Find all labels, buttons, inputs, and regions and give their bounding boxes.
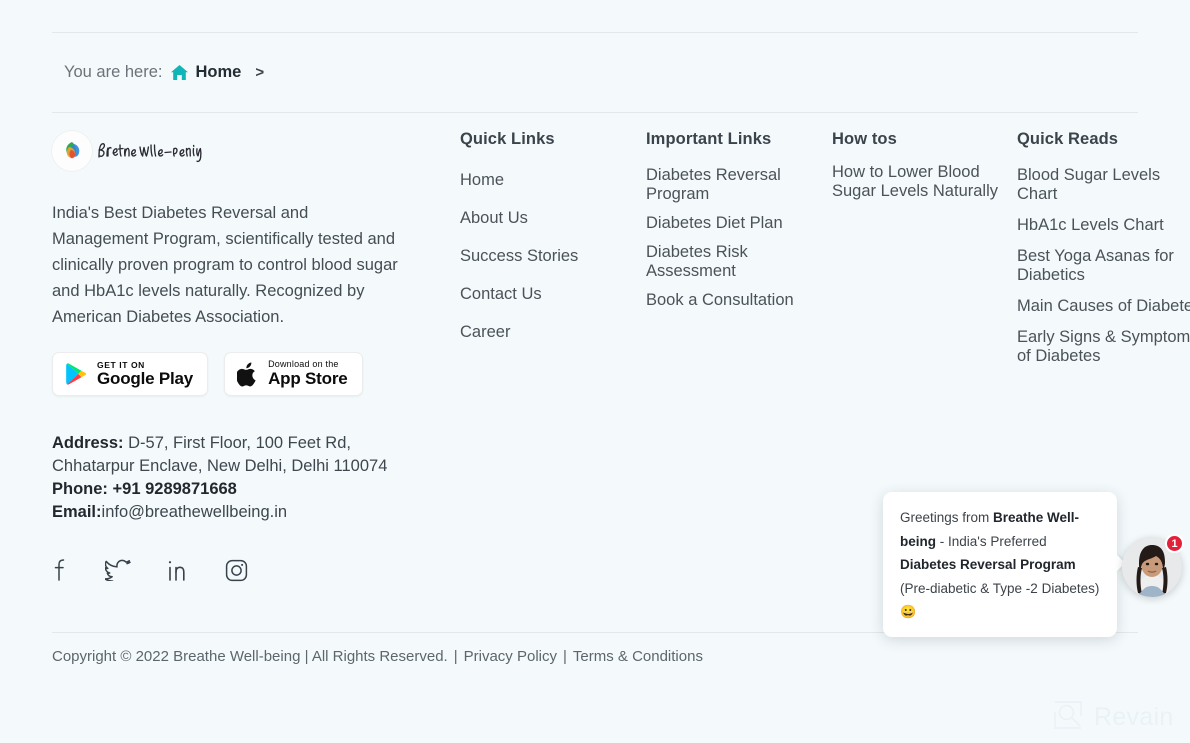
chat-suffix-text: (Pre-diabetic & Type -2 Diabetes) (900, 580, 1100, 596)
phone-value[interactable]: +91 9289871668 (113, 480, 237, 498)
address-label: Address: (52, 434, 124, 452)
link-about-us[interactable]: About Us (460, 209, 630, 228)
breadcrumb-home-link[interactable]: Home (195, 63, 241, 82)
revain-watermark: Revain (1053, 700, 1174, 735)
chat-unread-badge: 1 (1165, 534, 1184, 553)
breathe-wellbeing-logo-icon (52, 131, 92, 171)
column-title-how-tos: How tos (832, 130, 897, 148)
link-diabetes-risk-assessment[interactable]: Diabetes Risk Assessment (646, 243, 818, 281)
copyright-text: Copyright © 2022 Breathe Well-being | Al… (52, 648, 448, 665)
revain-watermark-text: Revain (1094, 703, 1174, 731)
app-store-label: Download on the App Store (268, 359, 348, 388)
terms-conditions-link[interactable]: Terms & Conditions (573, 648, 703, 665)
copyright-bar: Copyright © 2022 Breathe Well-being | Al… (52, 648, 703, 665)
breadcrumb: You are here: Home > (64, 63, 264, 82)
link-career[interactable]: Career (460, 323, 630, 342)
facebook-icon[interactable] (52, 558, 69, 582)
brand-column: India's Best Diabetes Reversal and Manag… (52, 130, 402, 582)
email-line: Email:info@breathewellbeing.in (52, 501, 402, 524)
copyright-pipe-1: | (453, 648, 458, 665)
link-diabetes-diet-plan[interactable]: Diabetes Diet Plan (646, 214, 818, 233)
address-value-line2: Chhatarpur Enclave, New Delhi, Delhi 110… (52, 457, 388, 475)
google-play-icon (65, 362, 87, 386)
home-icon (170, 64, 189, 81)
link-home[interactable]: Home (460, 171, 630, 190)
footer-page: You are here: Home > India's Best Diabet… (0, 0, 1190, 743)
chat-middle-text: - India's Preferred (936, 533, 1047, 549)
revain-logo-icon (1053, 700, 1083, 735)
twitter-icon[interactable] (105, 559, 131, 581)
brand-description: India's Best Diabetes Reversal and Manag… (52, 204, 398, 326)
address-line: Address: D-57, First Floor, 100 Feet Rd, (52, 432, 402, 455)
chat-program-name: Diabetes Reversal Program (900, 557, 1076, 572)
app-store-badge[interactable]: Download on the App Store (224, 352, 363, 396)
phone-label: Phone: (52, 480, 108, 498)
link-book-a-consultation[interactable]: Book a Consultation (646, 291, 818, 310)
app-store-big-text: App Store (268, 368, 348, 388)
email-label: Email: (52, 503, 102, 521)
grinning-face-emoji-icon: 😀 (900, 604, 917, 619)
link-early-signs-symptoms[interactable]: Early Signs & Symptoms of Diabetes (1017, 328, 1190, 366)
logo-wordmark (96, 134, 208, 168)
address-value-line1: D-57, First Floor, 100 Feet Rd, (128, 434, 351, 452)
site-logo[interactable] (52, 130, 402, 172)
email-value[interactable]: info@breathewellbeing.in (102, 503, 288, 521)
chat-greeting-bubble[interactable]: Greetings from Breathe Well-being - Indi… (883, 492, 1125, 637)
column-title-important-links: Important Links (646, 130, 772, 148)
link-best-yoga-asanas[interactable]: Best Yoga Asanas for Diabetics (1017, 247, 1190, 285)
link-hba1c-levels-chart[interactable]: HbA1c Levels Chart (1017, 216, 1190, 235)
breadcrumb-prefix: You are here: (64, 63, 163, 81)
social-links (52, 558, 402, 582)
link-blood-sugar-levels-chart[interactable]: Blood Sugar Levels Chart (1017, 166, 1190, 204)
footer-column-quick-links: Quick Links Home About Us Success Storie… (460, 130, 630, 361)
link-how-to-lower-blood-sugar[interactable]: How to Lower Blood Sugar Levels Naturall… (832, 163, 1007, 201)
column-title-quick-links: Quick Links (460, 130, 555, 148)
link-main-causes-of-diabetes[interactable]: Main Causes of Diabetes (1017, 297, 1190, 316)
contact-block: Address: D-57, First Floor, 100 Feet Rd,… (52, 432, 402, 524)
breadcrumb-separator: > (255, 64, 265, 81)
privacy-policy-link[interactable]: Privacy Policy (464, 648, 557, 665)
google-play-label: GET IT ON Google Play (97, 360, 194, 388)
chat-greeting-prefix: Greetings from (900, 510, 994, 525)
apple-icon (237, 362, 258, 387)
linkedin-icon[interactable] (167, 558, 189, 582)
footer-column-how-tos: How tos How to Lower Blood Sugar Levels … (832, 130, 1007, 211)
divider-top (52, 32, 1138, 33)
link-diabetes-reversal-program[interactable]: Diabetes Reversal Program (646, 166, 818, 204)
column-title-quick-reads: Quick Reads (1017, 130, 1119, 148)
link-success-stories[interactable]: Success Stories (460, 247, 630, 266)
google-play-badge[interactable]: GET IT ON Google Play (52, 352, 209, 396)
phone-line: Phone: +91 9289871668 (52, 478, 402, 501)
footer-column-quick-reads: Quick Reads Blood Sugar Levels Chart HbA… (1017, 130, 1190, 378)
copyright-pipe-2: | (562, 648, 567, 665)
chat-avatar-widget[interactable]: 1 (1122, 534, 1184, 597)
divider-middle (52, 112, 1138, 113)
app-store-badges: GET IT ON Google Play Download on the Ap… (52, 352, 402, 396)
link-contact-us[interactable]: Contact Us (460, 285, 630, 304)
footer-column-important-links: Important Links Diabetes Reversal Progra… (646, 130, 818, 320)
google-play-big-text: Google Play (97, 368, 194, 388)
instagram-icon[interactable] (225, 559, 248, 582)
